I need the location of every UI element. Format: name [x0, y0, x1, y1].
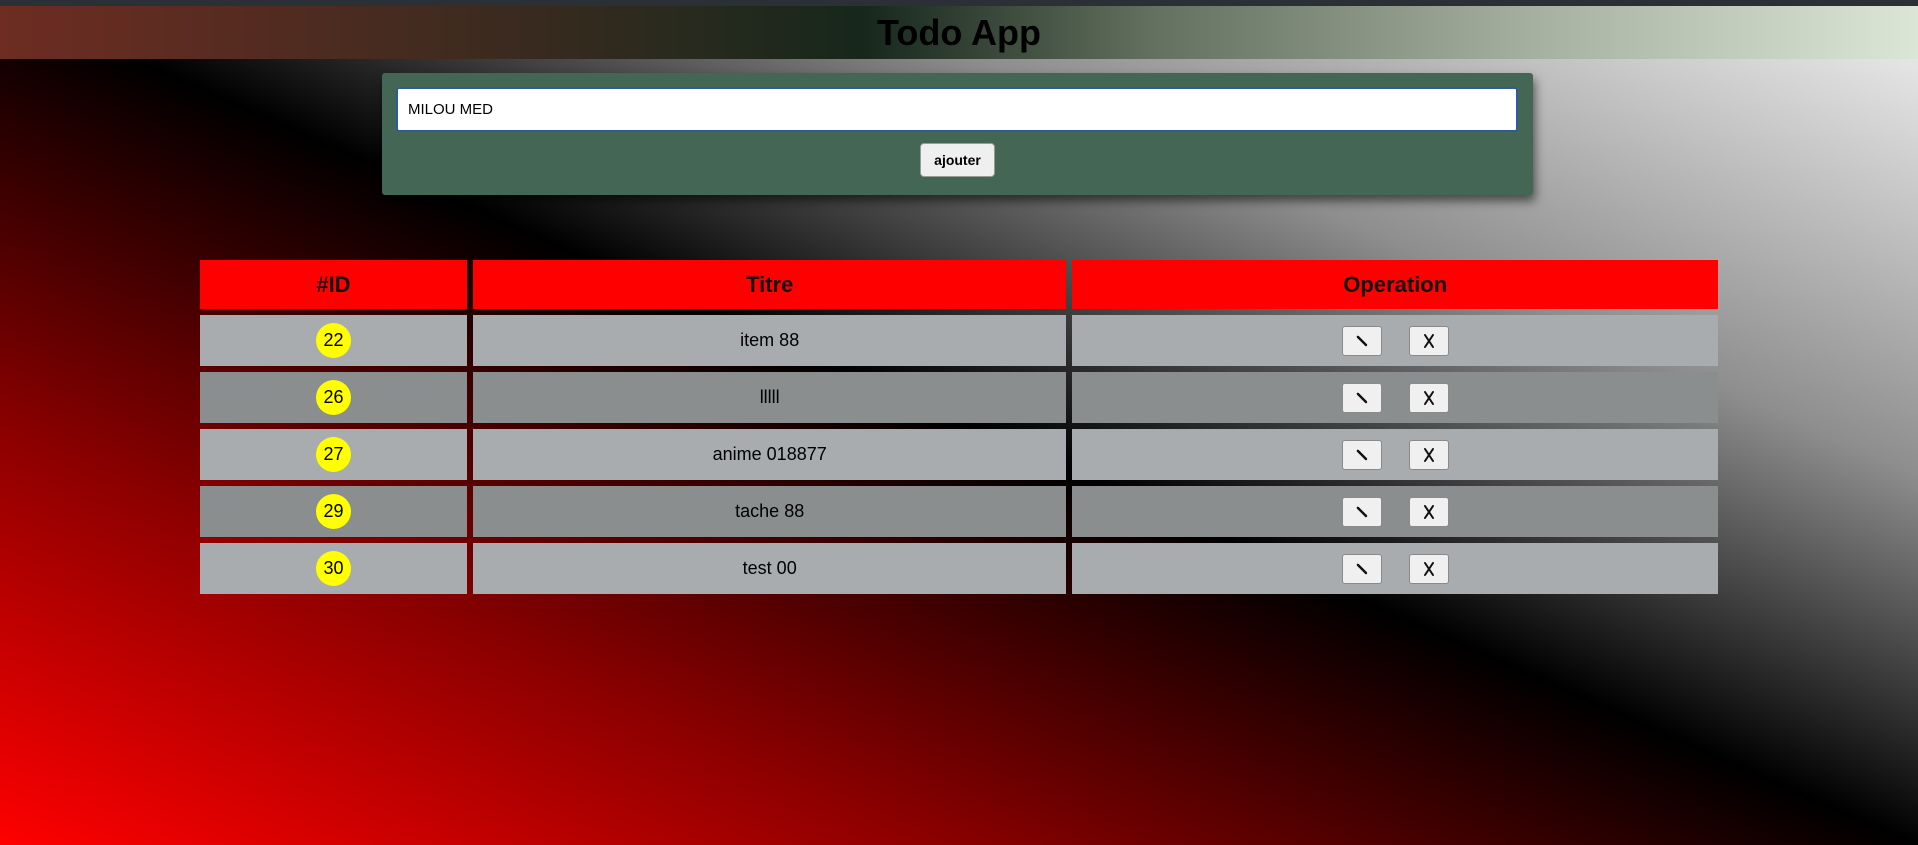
title-cell: test 00 [472, 543, 1067, 594]
cross-icon [1423, 390, 1434, 405]
pencil-icon [1356, 506, 1367, 517]
todo-input[interactable] [396, 87, 1518, 132]
edit-button[interactable] [1341, 439, 1382, 470]
pencil-icon [1356, 335, 1367, 346]
column-header-id: #ID [200, 260, 467, 309]
column-header-operation: Operation [1072, 260, 1718, 309]
cross-icon [1423, 504, 1434, 519]
title-cell: anime 018877 [472, 429, 1067, 480]
operation-cell [1072, 315, 1718, 366]
id-cell: 29 [200, 486, 467, 537]
table-header-row: #ID Titre Operation [200, 260, 1718, 309]
id-cell: 22 [200, 315, 467, 366]
delete-button[interactable] [1408, 439, 1449, 470]
pencil-icon [1356, 449, 1367, 460]
title-cell: item 88 [472, 315, 1067, 366]
id-cell: 26 [200, 372, 467, 423]
table-row: 27 anime 018877 [200, 429, 1718, 480]
app-header: Todo App [0, 6, 1918, 59]
cross-icon [1423, 561, 1434, 576]
app-title: Todo App [877, 11, 1041, 53]
id-badge: 26 [315, 380, 351, 415]
title-cell: lllll [472, 372, 1067, 423]
id-badge: 30 [315, 551, 351, 586]
table-row: 30 test 00 [200, 543, 1718, 594]
edit-button[interactable] [1341, 496, 1382, 527]
id-cell: 27 [200, 429, 467, 480]
edit-button[interactable] [1341, 325, 1382, 356]
pencil-icon [1356, 392, 1367, 403]
table-row: 26 lllll [200, 372, 1718, 423]
table-row: 22 item 88 [200, 315, 1718, 366]
delete-button[interactable] [1408, 382, 1449, 413]
id-badge: 27 [315, 437, 351, 472]
title-cell: tache 88 [472, 486, 1067, 537]
operation-cell [1072, 372, 1718, 423]
delete-button[interactable] [1408, 496, 1449, 527]
delete-button[interactable] [1408, 325, 1449, 356]
add-todo-form: ajouter [382, 73, 1533, 195]
table-row: 29 tache 88 [200, 486, 1718, 537]
id-badge: 29 [315, 494, 351, 529]
cross-icon [1423, 447, 1434, 462]
cross-icon [1423, 333, 1434, 348]
column-header-title: Titre [472, 260, 1067, 309]
delete-button[interactable] [1408, 553, 1449, 584]
id-badge: 22 [315, 323, 351, 358]
operation-cell [1072, 429, 1718, 480]
id-cell: 30 [200, 543, 467, 594]
pencil-icon [1356, 563, 1367, 574]
todo-table: #ID Titre Operation 22 item 88 26 lllll [194, 254, 1724, 600]
add-button[interactable]: ajouter [920, 143, 995, 177]
edit-button[interactable] [1341, 553, 1382, 584]
operation-cell [1072, 543, 1718, 594]
operation-cell [1072, 486, 1718, 537]
edit-button[interactable] [1341, 382, 1382, 413]
